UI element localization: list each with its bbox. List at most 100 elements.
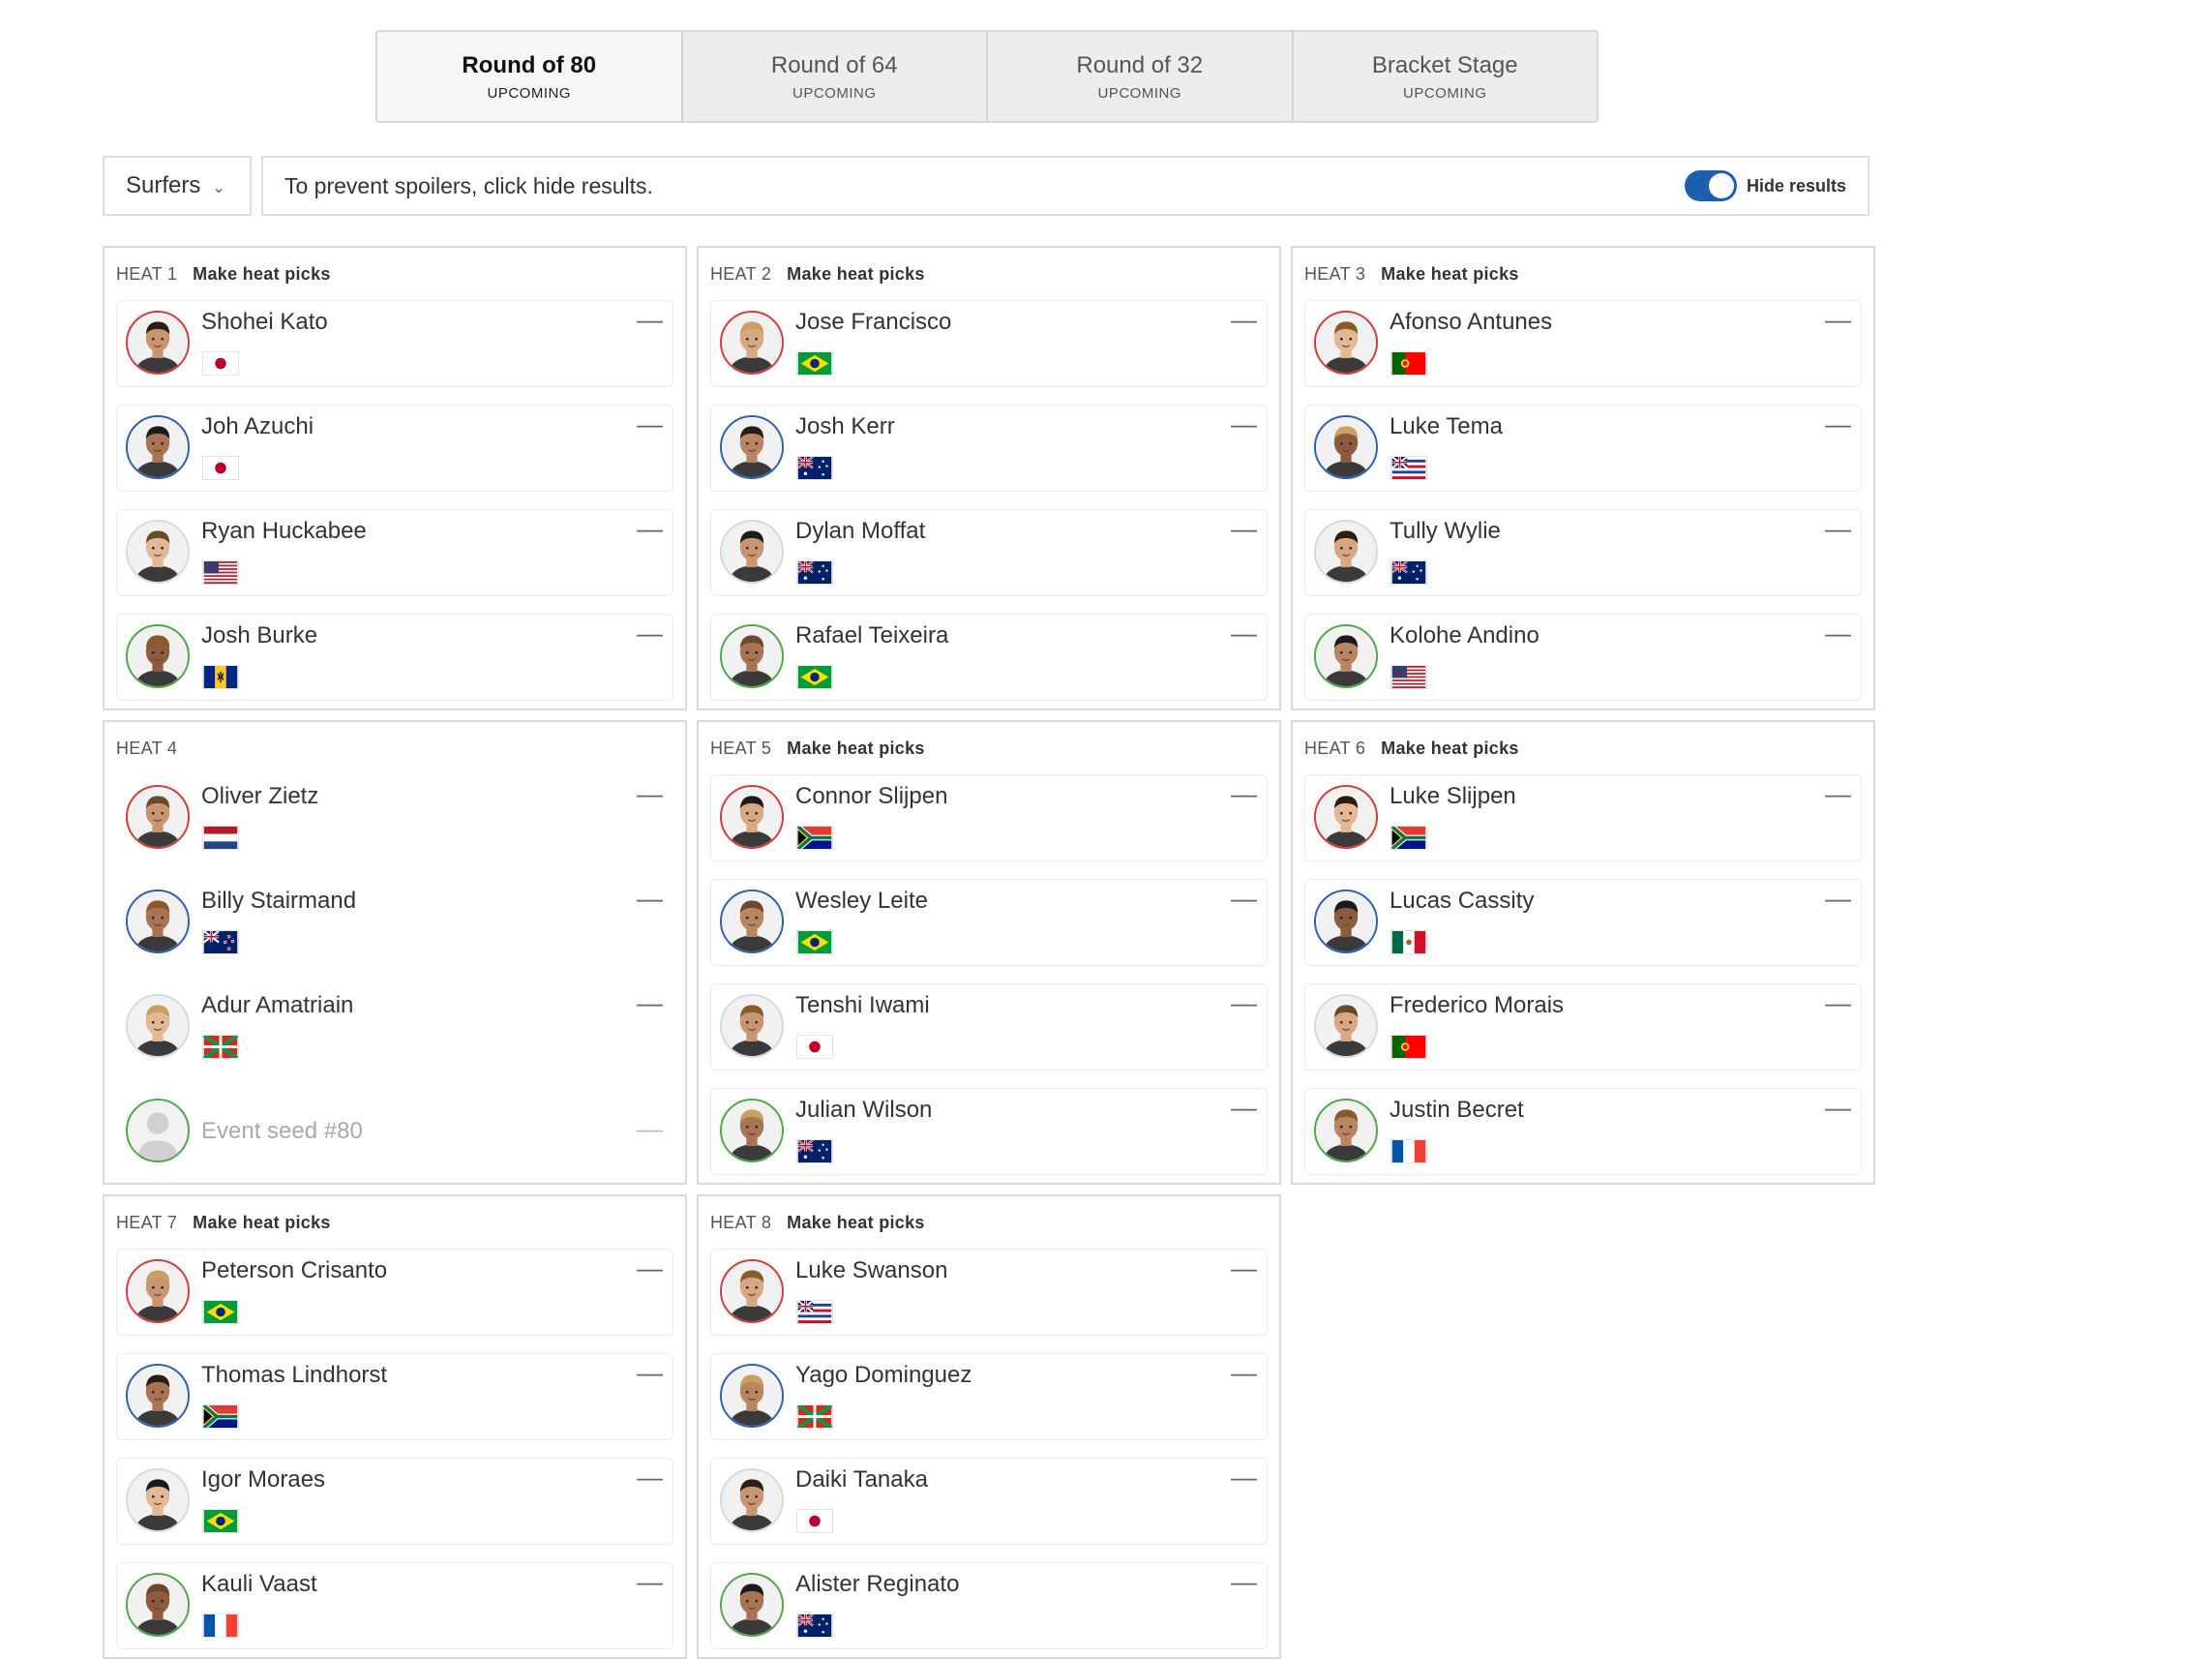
tab-round-of-32[interactable]: Round of 32 UPCOMING <box>986 32 1292 121</box>
make-heat-picks-link[interactable]: Make heat picks <box>787 1213 925 1233</box>
make-heat-picks-link[interactable]: Make heat picks <box>1381 264 1519 285</box>
surfer-name: Oliver Zietz <box>201 783 319 809</box>
surfer-row-luke-tema[interactable]: Luke Tema –– <box>1304 405 1862 492</box>
surfer-avatar <box>126 1468 190 1532</box>
surfer-row-tenshi-iwami[interactable]: Tenshi Iwami –– <box>710 983 1268 1071</box>
surfer-row-peterson-crisanto[interactable]: Peterson Crisanto –– <box>116 1249 673 1336</box>
surfer-name: Event seed #80 <box>201 1118 363 1144</box>
surfer-row-frederico-morais[interactable]: Frederico Morais –– <box>1304 983 1862 1071</box>
surfer-row-jose-francisco[interactable]: Jose Francisco –– <box>710 300 1268 387</box>
surfer-row-shohei-kato[interactable]: Shohei Kato –– <box>116 300 673 387</box>
heat-grid: HEAT 1 Make heat picks Shohei Kato –– Joh Az… <box>103 246 1875 1659</box>
surfer-row-rafael-teixeira[interactable]: Rafael Teixeira –– <box>710 614 1268 701</box>
surfer-row-kolohe-andino[interactable]: Kolohe Andino –– <box>1304 614 1862 701</box>
surfer-row-yago-dominguez[interactable]: Yago Dominguez –– <box>710 1353 1268 1440</box>
surfer-row-ryan-huckabee[interactable]: Ryan Huckabee –– <box>116 509 673 596</box>
surfer-avatar <box>720 1573 784 1637</box>
surfer-avatar <box>126 890 190 953</box>
surfer-row-tully-wylie[interactable]: Tully Wylie –– <box>1304 509 1862 596</box>
surfer-row-julian-wilson[interactable]: Julian Wilson –– <box>710 1088 1268 1175</box>
tab-bracket-stage[interactable]: Bracket Stage UPCOMING <box>1291 32 1598 121</box>
surfer-row-event-seed-80[interactable]: Event seed #80 –– <box>116 1088 673 1175</box>
heat-card-6: HEAT 6 Make heat picks Luke Slijpen –– Lucas… <box>1291 720 1875 1185</box>
surfer-avatar <box>126 311 190 375</box>
surfer-row-josh-kerr[interactable]: Josh Kerr –– <box>710 405 1268 492</box>
surfer-score: –– <box>1231 1093 1257 1122</box>
japan-flag-icon <box>796 1509 833 1533</box>
surfer-avatar <box>126 1099 190 1162</box>
surfer-row-luke-slijpen[interactable]: Luke Slijpen –– <box>1304 774 1862 861</box>
tab-label: Round of 32 <box>1076 51 1204 78</box>
surfer-avatar <box>1314 890 1378 953</box>
surfer-row-adur-amatriain[interactable]: Adur Amatriain –– <box>116 983 673 1071</box>
surfer-row-connor-slijpen[interactable]: Connor Slijpen –– <box>710 774 1268 861</box>
surfer-name: Lucas Cassity <box>1390 888 1535 914</box>
tab-status: UPCOMING <box>487 84 571 102</box>
make-heat-picks-link[interactable]: Make heat picks <box>193 264 331 285</box>
surfer-score: –– <box>637 514 663 543</box>
surfer-row-kauli-vaast[interactable]: Kauli Vaast –– <box>116 1562 673 1649</box>
surfer-score: –– <box>637 305 663 334</box>
surfer-avatar <box>126 520 190 584</box>
heat-card-7: HEAT 7 Make heat picks Peterson Crisanto ––… <box>103 1194 687 1659</box>
surfer-name: Jose Francisco <box>795 309 952 335</box>
surfer-row-billy-stairmand[interactable]: Billy Stairmand –– <box>116 879 673 966</box>
make-heat-picks-link[interactable]: Make heat picks <box>787 264 925 285</box>
surfer-avatar <box>720 1259 784 1323</box>
usa-flag-icon <box>1390 665 1427 689</box>
surfer-row-justin-becret[interactable]: Justin Becret –– <box>1304 1088 1862 1175</box>
spoiler-message: To prevent spoilers, click hide results. <box>284 172 653 198</box>
tab-round-of-80[interactable]: Round of 80 UPCOMING <box>377 32 681 121</box>
surfer-score: –– <box>1231 618 1257 648</box>
surfer-row-oliver-zietz[interactable]: Oliver Zietz –– <box>116 774 673 861</box>
surfer-row-daiki-tanaka[interactable]: Daiki Tanaka –– <box>710 1458 1268 1545</box>
usa-flag-icon <box>202 560 239 585</box>
surfer-score: –– <box>1231 409 1257 438</box>
surfer-score: –– <box>637 1567 663 1596</box>
surfer-row-wesley-leite[interactable]: Wesley Leite –– <box>710 879 1268 966</box>
surfer-row-dylan-moffat[interactable]: Dylan Moffat –– <box>710 509 1268 596</box>
surfer-avatar <box>1314 311 1378 375</box>
surfer-name: Dylan Moffat <box>795 518 926 544</box>
heat-header: HEAT 5 Make heat picks <box>710 722 1268 774</box>
brazil-flag-icon <box>796 930 833 954</box>
surfer-row-afonso-antunes[interactable]: Afonso Antunes –– <box>1304 300 1862 387</box>
brazil-flag-icon <box>202 1300 239 1324</box>
hide-results-toggle[interactable] <box>1684 170 1737 201</box>
surfer-name: Daiki Tanaka <box>795 1466 928 1493</box>
barbados-flag-icon <box>202 665 239 689</box>
make-heat-picks-link[interactable]: Make heat picks <box>1381 739 1519 759</box>
hide-results-toggle-wrap[interactable]: Hide results <box>1684 170 1846 201</box>
surfer-score: –– <box>637 779 663 808</box>
hide-results-label: Hide results <box>1746 175 1846 196</box>
tab-status: UPCOMING <box>1403 84 1487 102</box>
surfer-row-igor-moraes[interactable]: Igor Moraes –– <box>116 1458 673 1545</box>
view-select-label: Surfers <box>126 172 201 198</box>
australia-flag-icon <box>796 1614 833 1638</box>
france-flag-icon <box>202 1614 239 1638</box>
surfer-avatar <box>126 1259 190 1323</box>
surfer-name: Alister Reginato <box>795 1571 960 1597</box>
surfer-row-josh-burke[interactable]: Josh Burke –– <box>116 614 673 701</box>
make-heat-picks-link[interactable]: Make heat picks <box>787 739 925 759</box>
make-heat-picks-link[interactable]: Make heat picks <box>193 1213 331 1233</box>
tab-round-of-64[interactable]: Round of 64 UPCOMING <box>680 32 987 121</box>
tab-label: Round of 80 <box>462 51 597 78</box>
surfer-row-thomas-lindhorst[interactable]: Thomas Lindhorst –– <box>116 1353 673 1440</box>
basque-flag-icon <box>202 1035 239 1059</box>
surfer-score: –– <box>1825 409 1851 438</box>
heat-label: HEAT 4 <box>116 738 178 758</box>
surfer-row-joh-azuchi[interactable]: Joh Azuchi –– <box>116 405 673 492</box>
surfer-avatar <box>1314 785 1378 849</box>
surfer-row-luke-swanson[interactable]: Luke Swanson –– <box>710 1249 1268 1336</box>
surfer-score: –– <box>1825 1093 1851 1122</box>
surfer-row-lucas-cassity[interactable]: Lucas Cassity –– <box>1304 879 1862 966</box>
surfer-name: Afonso Antunes <box>1390 309 1553 335</box>
surfer-score: –– <box>1825 514 1851 543</box>
surfer-avatar <box>1314 415 1378 479</box>
surfer-name: Tully Wylie <box>1390 518 1501 544</box>
australia-flag-icon <box>796 560 833 585</box>
surfer-row-alister-reginato[interactable]: Alister Reginato –– <box>710 1562 1268 1649</box>
surfer-name: Adur Amatriain <box>201 992 354 1018</box>
view-select-dropdown[interactable]: Surfers ⌄ <box>103 156 252 216</box>
